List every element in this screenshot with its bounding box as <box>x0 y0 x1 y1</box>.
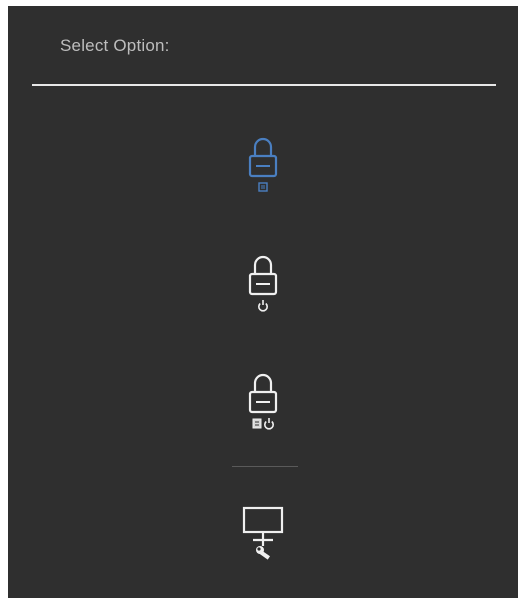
dialog-title: Select Option: <box>60 36 170 55</box>
option-monitor-service[interactable] <box>213 502 313 582</box>
option-menu-power-lock[interactable] <box>213 368 313 448</box>
osd-dialog: Select Option: <box>8 6 518 598</box>
monitor-wrench-icon <box>242 506 284 560</box>
lock-menu-power-icon <box>248 373 278 430</box>
lock-power-icon <box>248 255 278 312</box>
option-menu-lock[interactable] <box>213 132 313 212</box>
lock-menu-icon <box>248 137 278 192</box>
options-divider <box>232 466 298 467</box>
option-power-lock[interactable] <box>213 250 313 330</box>
title-divider <box>32 84 496 86</box>
